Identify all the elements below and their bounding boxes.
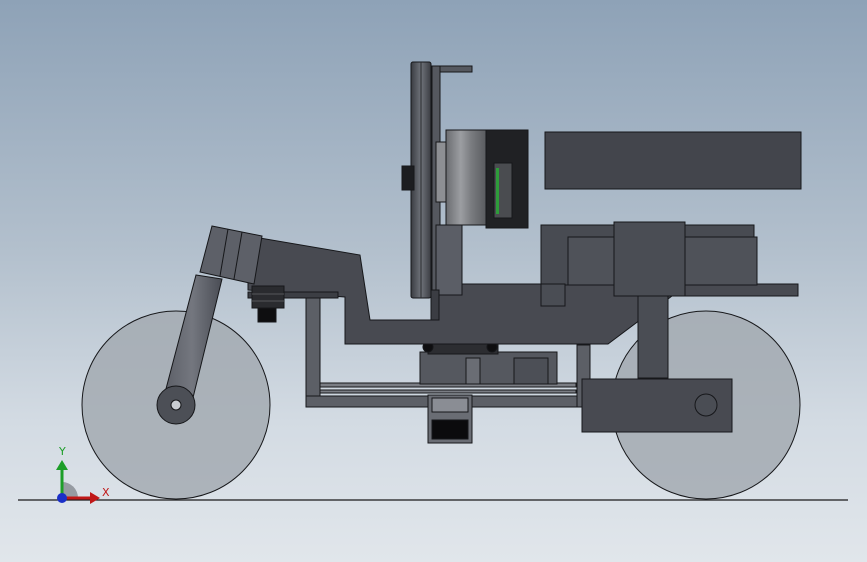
y-axis-arrowhead (56, 460, 68, 470)
cad-viewport[interactable]: Y X (0, 0, 867, 562)
x-axis-label: X (102, 486, 110, 499)
x-axis-arrowhead (90, 492, 100, 504)
under-chassis-gearbox (419, 339, 558, 385)
rear-motor-housing (199, 225, 263, 285)
upper-battery-pack (544, 131, 802, 190)
y-axis-label: Y (58, 445, 66, 458)
rear-servo (251, 285, 285, 323)
drive-motor (445, 129, 529, 229)
bottom-sensor-block (427, 394, 473, 444)
z-axis-marker (57, 493, 67, 503)
